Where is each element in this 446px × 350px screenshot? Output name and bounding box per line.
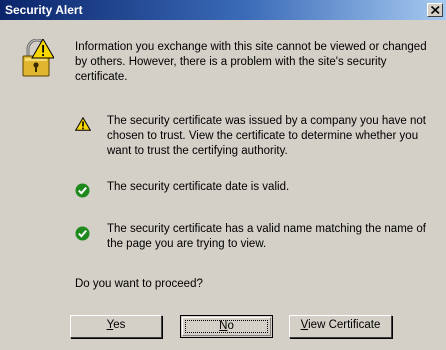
certificate-issuer-warning: The security certificate was issued by a… (107, 115, 426, 157)
warning-icon (75, 117, 91, 131)
no-button[interactable]: No (180, 315, 273, 338)
no-label: o (227, 320, 234, 332)
view-accelerator: V (300, 319, 309, 331)
certificate-name-status: The security certificate has a valid nam… (107, 223, 426, 250)
check-icon (75, 226, 90, 241)
lock-icon (22, 39, 54, 77)
yes-button[interactable]: Yes (70, 315, 162, 338)
proceed-question: Do you want to proceed? (75, 278, 203, 290)
yes-label: es (113, 319, 126, 331)
no-label-wrap: No (181, 317, 272, 336)
view-certificate-button[interactable]: View Certificate (289, 315, 392, 338)
view-certificate-label: iew Certificate (308, 319, 381, 331)
close-icon (431, 6, 440, 14)
title-bar: Security Alert (0, 0, 446, 20)
close-button[interactable] (427, 3, 443, 17)
intro-text: Information you exchange with this site … (75, 41, 427, 83)
check-icon (75, 183, 90, 198)
dialog-title: Security Alert (5, 3, 83, 17)
certificate-date-status: The security certificate date is valid. (107, 181, 290, 193)
